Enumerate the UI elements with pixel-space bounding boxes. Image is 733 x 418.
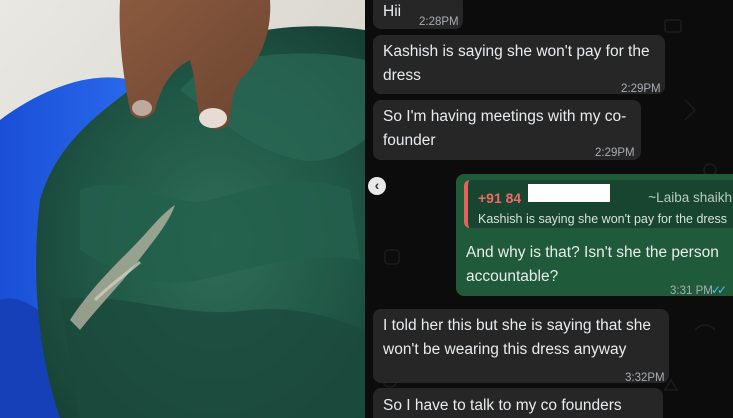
message-bubble[interactable]: So I have to talk to my co founders — [373, 388, 663, 418]
message-text: And why is that? Isn't she the person — [466, 244, 719, 261]
message-bubble[interactable]: So I'm having meetings with my co- found… — [373, 100, 641, 160]
chat-panel: Hii 2:28PM Kashish is saying she won't p… — [365, 0, 733, 418]
message-text: Kashish is saying she won't pay for the — [383, 43, 650, 60]
message-bubble[interactable]: Kashish is saying she won't pay for the … — [373, 35, 665, 95]
dress-photo — [0, 0, 365, 418]
message-time: 2:28PM — [419, 16, 459, 28]
message-time: 2:29PM — [595, 147, 635, 159]
message-text: accountable? — [466, 268, 559, 285]
dress-photo-illustration — [0, 0, 365, 418]
message-text: won't be wearing this dress anyway — [383, 341, 627, 358]
quoted-message[interactable]: +91 84 ~Laiba shaikh Kashish is saying s… — [464, 180, 733, 228]
outgoing-reply-bubble[interactable]: +91 84 ~Laiba shaikh Kashish is saying s… — [456, 174, 733, 297]
message-text: founder — [383, 132, 436, 149]
redaction-box — [528, 184, 610, 202]
message-text: So I'm having meetings with my co- — [383, 108, 627, 125]
message-text: dress — [383, 67, 421, 84]
message-text: Hii — [383, 3, 402, 20]
message-time: 3:32PM — [625, 372, 665, 384]
chevron-left-icon[interactable]: ‹ — [368, 177, 386, 195]
message-bubble[interactable]: I told her this but she is saying that s… — [373, 309, 669, 384]
message-time: 2:29PM — [621, 83, 661, 95]
quoted-text: Kashish is saying she won't pay for the … — [478, 212, 728, 226]
message-text: So I have to talk to my co founders — [383, 397, 622, 414]
message-text: I told her this but she is saying that s… — [383, 317, 651, 334]
message-time: 3:31 PM — [670, 285, 713, 297]
read-receipt-icon: ✓✓ — [711, 283, 727, 297]
message-bubble[interactable]: Hii 2:28PM — [373, 0, 463, 29]
